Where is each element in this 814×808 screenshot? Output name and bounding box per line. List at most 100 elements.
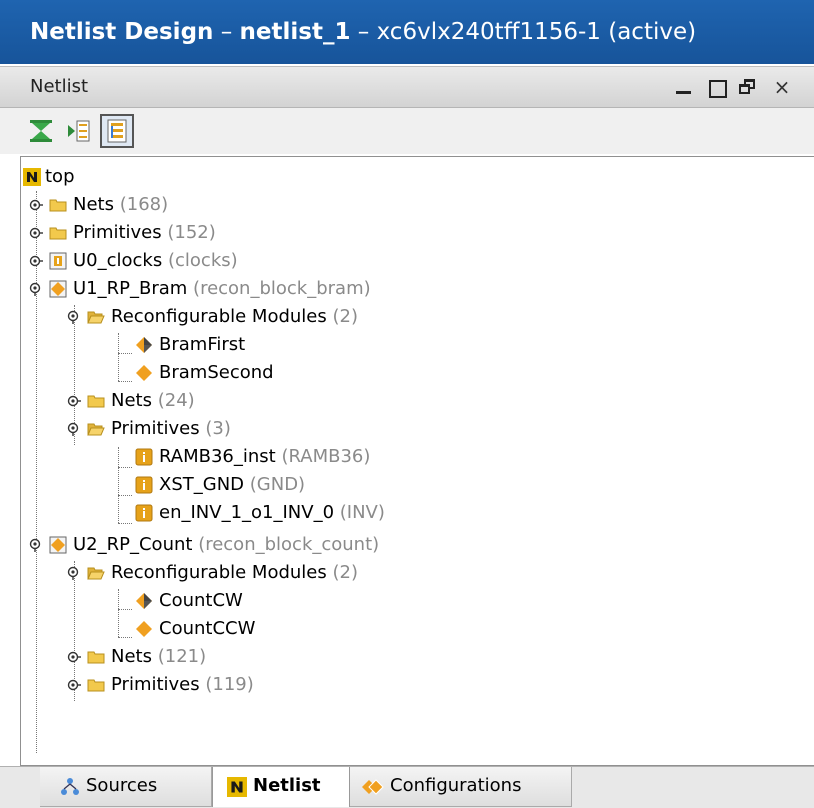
title-separator-2: –	[350, 19, 377, 45]
netlist-tree: top Nets (168) Primitives (152) U0_clock…	[20, 156, 814, 766]
tree-node-label: U0_clocks	[73, 250, 163, 271]
open-folder-icon	[87, 311, 105, 324]
tree-node-label: BramSecond	[159, 362, 274, 383]
tree-node-label: Nets	[111, 390, 152, 411]
tab-label: Netlist	[253, 775, 321, 796]
expand-toggle-icon[interactable]	[29, 198, 43, 212]
window-title-bar: Netlist Design – netlist_1 – xc6vlx240tf…	[0, 0, 814, 64]
tree-node-u1-rp-bram[interactable]: U1_RP_Bram (recon_block_bram)	[21, 275, 621, 303]
tree-node-label: Reconfigurable Modules	[111, 562, 327, 583]
tree-node-u1-primitives[interactable]: Primitives (3)	[21, 415, 421, 443]
expand-toggle-icon[interactable]	[67, 394, 81, 408]
tree-node-xst-gnd[interactable]: XST_GND (GND)	[21, 471, 521, 499]
cell-instance-icon	[49, 252, 67, 270]
collapse-toggle-icon[interactable]	[67, 422, 81, 436]
tree-node-countccw[interactable]: CountCCW	[21, 615, 421, 643]
tree-node-u2-reconfigurable-modules[interactable]: Reconfigurable Modules (2)	[21, 559, 621, 587]
tree-node-top[interactable]: top	[21, 163, 421, 191]
restore-icon[interactable]	[736, 74, 760, 100]
primitive-instance-icon	[135, 476, 153, 494]
expand-toggle-icon[interactable]	[29, 254, 43, 268]
scroll-to-selected-icon[interactable]	[62, 114, 96, 148]
module-icon	[136, 621, 152, 637]
title-design-name: netlist_1	[239, 19, 351, 45]
tree-node-u1-nets[interactable]: Nets (24)	[21, 387, 421, 415]
collapse-toggle-icon[interactable]	[29, 282, 43, 296]
tree-node-u2-nets[interactable]: Nets (121)	[21, 643, 421, 671]
tab-label: Sources	[86, 775, 158, 796]
close-icon[interactable]: ×	[770, 74, 794, 100]
tree-node-count: (24)	[157, 390, 195, 411]
tree-node-count: (119)	[205, 674, 254, 695]
tree-node-type: (clocks)	[167, 250, 238, 271]
panel-title: Netlist	[30, 76, 89, 97]
tree-node-count: (121)	[157, 646, 207, 667]
sources-hierarchy-icon	[61, 778, 79, 795]
tab-netlist[interactable]: Netlist	[212, 767, 350, 807]
tab-sources[interactable]: Sources	[40, 767, 212, 807]
active-module-icon	[136, 337, 152, 353]
tree-node-label: XST_GND	[159, 474, 245, 495]
partition-icon	[49, 280, 67, 298]
tree-node-label: en_INV_1_o1_INV_0	[159, 502, 335, 523]
tree-node-en-inv[interactable]: en_INV_1_o1_INV_0 (INV)	[21, 499, 581, 527]
tree-node-bramfirst[interactable]: BramFirst	[21, 331, 421, 359]
netlist-toolbar	[0, 108, 814, 154]
tree-node-label: Nets	[73, 194, 114, 215]
netlist-tab-icon	[227, 777, 247, 797]
tree-node-label: Nets	[111, 646, 152, 667]
tree-node-type: (GND)	[249, 474, 306, 495]
expand-toggle-icon[interactable]	[67, 678, 81, 692]
collapse-all-icon[interactable]	[24, 114, 58, 148]
collapse-toggle-icon[interactable]	[67, 310, 81, 324]
folder-icon	[87, 395, 105, 408]
primitive-instance-icon	[135, 448, 153, 466]
open-folder-icon	[87, 423, 105, 436]
tree-node-ramb36-inst[interactable]: RAMB36_inst (RAMB36)	[21, 443, 521, 471]
open-folder-icon	[87, 567, 105, 580]
netlist-root-icon	[23, 168, 41, 186]
expand-toggle-icon[interactable]	[29, 226, 43, 240]
tree-node-count: (2)	[332, 562, 358, 583]
tree-node-label: RAMB36_inst	[159, 446, 276, 467]
folder-icon	[87, 651, 105, 664]
tree-node-count: (168)	[119, 194, 169, 215]
tree-node-u1-reconfigurable-modules[interactable]: Reconfigurable Modules (2)	[21, 303, 621, 331]
tab-configurations[interactable]: Configurations	[350, 767, 572, 807]
tree-node-label: U2_RP_Count	[73, 534, 193, 555]
configurations-icon	[362, 779, 384, 795]
tab-label: Configurations	[390, 775, 522, 796]
tree-node-label: Primitives	[73, 222, 162, 243]
maximize-icon[interactable]	[704, 74, 728, 100]
tree-node-label: U1_RP_Bram	[73, 278, 188, 299]
tree-node-primitives[interactable]: Primitives (152)	[21, 219, 421, 247]
tree-node-count: (2)	[332, 306, 358, 327]
active-module-icon	[136, 593, 152, 609]
tree-node-u2-rp-count[interactable]: U2_RP_Count (recon_block_count)	[21, 531, 621, 559]
flat-view-icon[interactable]	[100, 114, 134, 148]
tree-node-u0-clocks[interactable]: U0_clocks (clocks)	[21, 247, 521, 275]
bottom-tab-bar: Sources Netlist Configurations	[0, 766, 814, 808]
tree-node-type: (recon_block_count)	[198, 534, 380, 555]
tree-node-label: Primitives	[111, 674, 200, 695]
primitive-instance-icon	[135, 504, 153, 522]
folder-icon	[49, 227, 67, 240]
tree-node-nets[interactable]: Nets (168)	[21, 191, 421, 219]
tree-node-count: (3)	[205, 418, 231, 439]
tree-node-bramsecond[interactable]: BramSecond	[21, 359, 421, 387]
tree-node-countcw[interactable]: CountCW	[21, 587, 421, 615]
minimize-icon[interactable]	[672, 74, 696, 100]
tree-node-type: (recon_block_bram)	[193, 278, 371, 299]
title-part-name: xc6vlx240tff1156-1 (active)	[376, 19, 697, 45]
partition-icon	[49, 536, 67, 554]
tree-node-type: (INV)	[339, 502, 385, 523]
collapse-toggle-icon[interactable]	[67, 566, 81, 580]
tree-node-count: (152)	[167, 222, 216, 243]
tree-node-u2-primitives[interactable]: Primitives (119)	[21, 671, 421, 699]
title-prefix: Netlist Design	[30, 19, 214, 45]
tree-node-type: (RAMB36)	[281, 446, 371, 467]
tree-node-label: CountCW	[159, 590, 243, 611]
collapse-toggle-icon[interactable]	[29, 538, 43, 552]
expand-toggle-icon[interactable]	[67, 650, 81, 664]
tree-node-label: CountCCW	[159, 618, 256, 639]
